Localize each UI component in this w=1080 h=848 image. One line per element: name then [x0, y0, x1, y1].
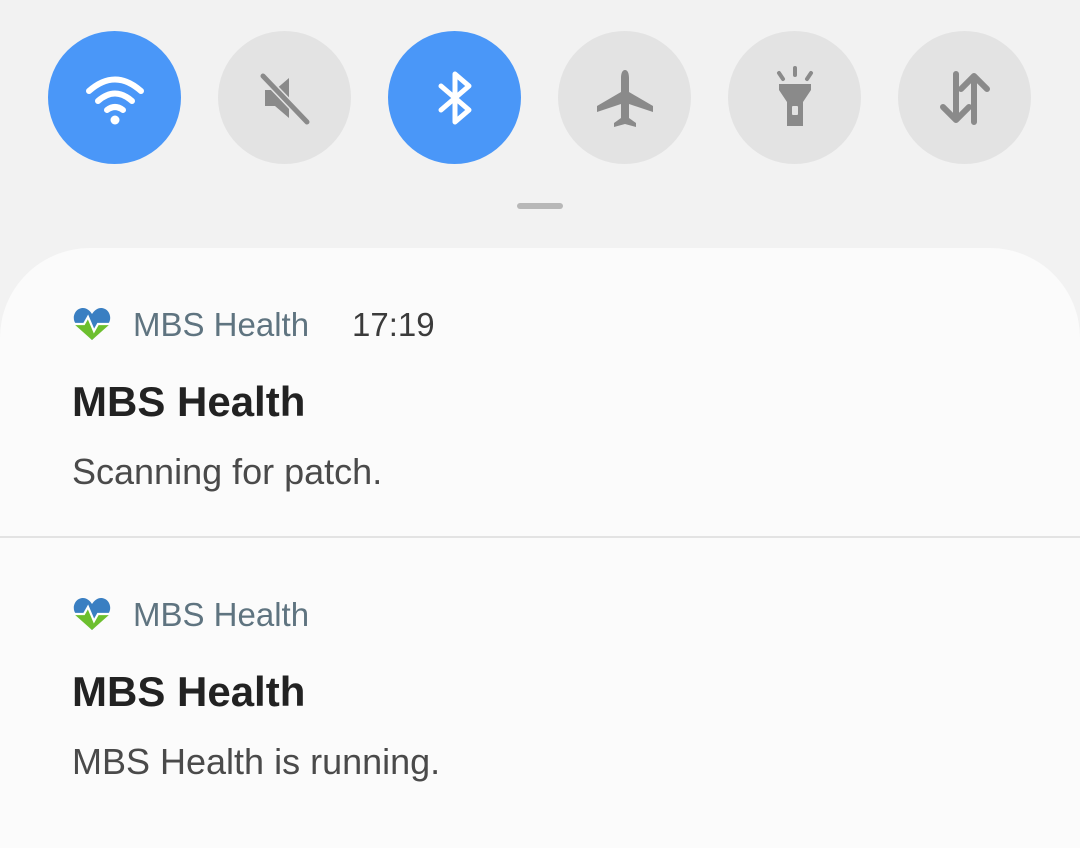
- heart-health-icon: [73, 598, 111, 630]
- quick-settings-bar: [0, 0, 1080, 240]
- notification-card[interactable]: MBS Health MBS Health MBS Health is runn…: [0, 538, 1080, 818]
- notification-text: Scanning for patch.: [72, 451, 383, 492]
- notification-title: MBS Health: [72, 378, 306, 425]
- sound-mute-icon: [258, 71, 311, 126]
- wifi-icon: [85, 76, 144, 124]
- notification-app-name: MBS Health: [133, 596, 310, 633]
- airplane-mode-toggle[interactable]: [558, 31, 691, 164]
- mobile-data-icon: [939, 70, 990, 125]
- notification-time: 17:19: [352, 306, 435, 343]
- flashlight-icon: [776, 65, 813, 126]
- wifi-toggle[interactable]: [48, 31, 181, 164]
- notification-text: MBS Health is running.: [72, 741, 441, 782]
- airplane-mode-icon: [596, 69, 653, 127]
- notification-app-name: MBS Health: [133, 306, 310, 343]
- mobile-data-toggle[interactable]: [898, 31, 1031, 164]
- flashlight-toggle[interactable]: [728, 31, 861, 164]
- panel-drag-handle[interactable]: [517, 203, 563, 209]
- bluetooth-icon: [438, 71, 471, 124]
- notification-card[interactable]: MBS Health 17:19 MBS Health Scanning for…: [0, 248, 1080, 536]
- notification-title: MBS Health: [72, 668, 306, 715]
- heart-health-icon: [73, 308, 111, 340]
- notification-panel: MBS Health 17:19 MBS Health Scanning for…: [0, 248, 1080, 848]
- bluetooth-toggle[interactable]: [388, 31, 521, 164]
- sound-toggle[interactable]: [218, 31, 351, 164]
